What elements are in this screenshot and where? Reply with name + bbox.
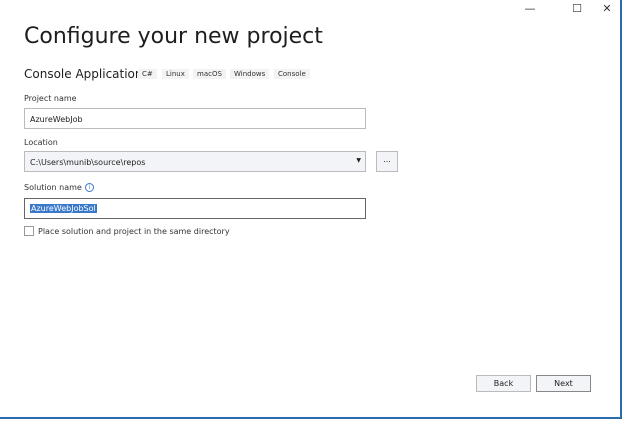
dialog-window: — ☐ ✕ Configure your new project Console… bbox=[0, 0, 622, 419]
info-icon[interactable]: i bbox=[84, 183, 94, 192]
location-label: Location bbox=[24, 138, 58, 147]
tag-macos: macOS bbox=[193, 69, 226, 79]
browse-button[interactable]: ... bbox=[376, 151, 398, 172]
location-value: C:\Users\munib\source\repos bbox=[30, 158, 146, 167]
template-name: Console Application bbox=[24, 67, 143, 81]
tag-csharp: C# bbox=[138, 69, 157, 79]
maximize-button[interactable]: ☐ bbox=[562, 2, 592, 16]
solution-name-value: AzureWebJobSol bbox=[30, 204, 97, 213]
same-directory-checkbox[interactable] bbox=[24, 226, 34, 236]
dropdown-arrow-icon: ▼ bbox=[356, 157, 361, 164]
tag-windows: Windows bbox=[230, 69, 270, 79]
next-button[interactable]: Next bbox=[536, 375, 591, 392]
same-directory-label[interactable]: Place solution and project in the same d… bbox=[38, 227, 230, 236]
tag-linux: Linux bbox=[162, 69, 189, 79]
solution-name-input[interactable]: AzureWebJobSol bbox=[24, 198, 366, 219]
tag-console: Console bbox=[274, 69, 310, 79]
solution-name-text: Solution name bbox=[24, 183, 82, 192]
back-button[interactable]: Back bbox=[476, 375, 531, 392]
solution-name-label: Solution name i bbox=[24, 183, 94, 192]
project-name-input[interactable]: AzureWebJob bbox=[24, 108, 366, 129]
location-dropdown[interactable]: C:\Users\munib\source\repos ▼ bbox=[24, 151, 366, 172]
minimize-button[interactable]: — bbox=[515, 2, 545, 16]
page-title: Configure your new project bbox=[24, 24, 323, 49]
close-button[interactable]: ✕ bbox=[592, 2, 622, 16]
project-name-label: Project name bbox=[24, 94, 77, 103]
